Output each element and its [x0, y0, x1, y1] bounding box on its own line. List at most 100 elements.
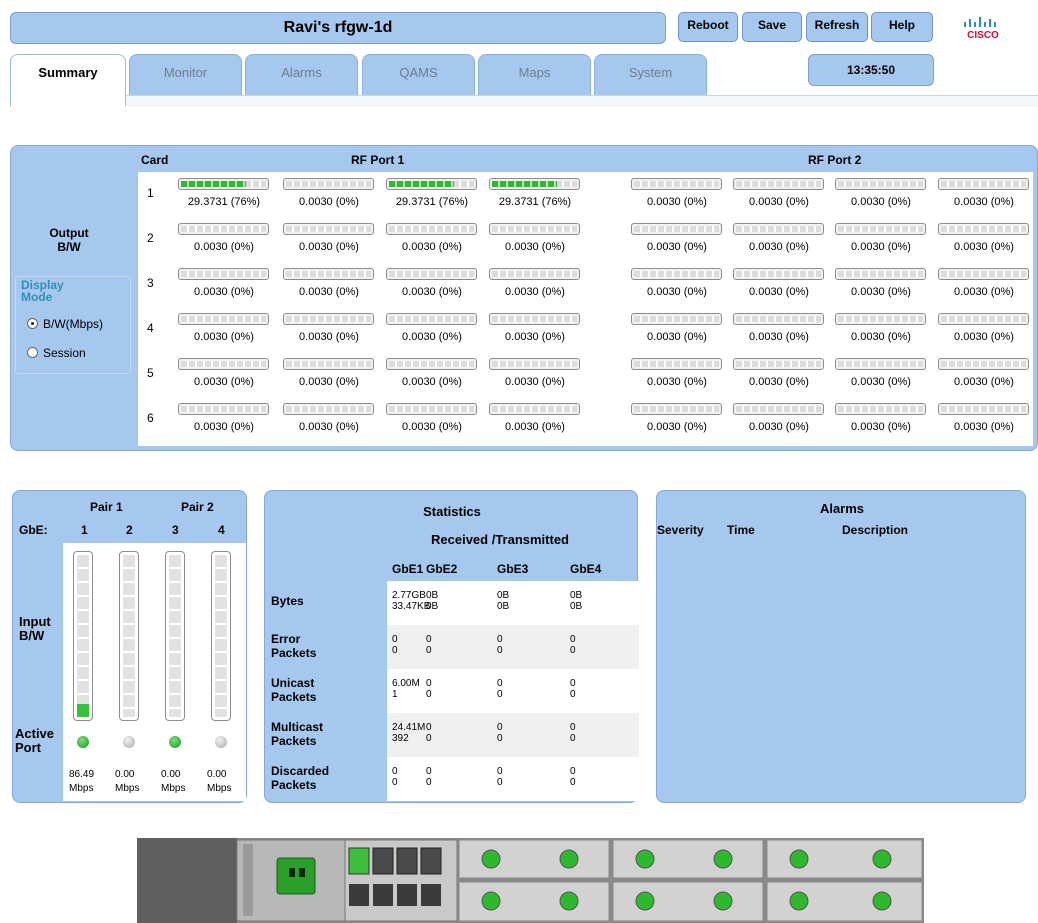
mode-bw-radio[interactable]: B/W(Mbps)	[27, 317, 103, 331]
rf-channel-bar	[631, 223, 722, 235]
stats-row-label: Multicast	[271, 720, 324, 734]
rf-channel-value: 0.0030 (0%)	[194, 286, 254, 298]
rf-channel-value: 0.0030 (0%)	[647, 331, 707, 343]
device-title: Ravi's rfgw-1d	[283, 19, 393, 36]
rf-channel-bar	[631, 403, 722, 415]
rf-channel-bar	[835, 358, 926, 370]
stats-row	[387, 713, 639, 757]
stats-received-value: 24.41M	[392, 722, 426, 733]
rf-channel-value: 0.0030 (0%)	[954, 241, 1014, 253]
rf-channel-bar	[631, 178, 722, 190]
gbe-rate-unit: Mbps	[115, 783, 140, 794]
rf-channel-bar	[835, 268, 926, 280]
chassis-rear-image	[137, 838, 924, 923]
cisco-logo-text: CISCO	[967, 30, 999, 41]
stats-column-header: GbE1	[392, 562, 424, 576]
rf-channel-bar	[938, 403, 1029, 415]
gbe-rate: 0.00	[115, 769, 135, 780]
tab-monitor[interactable]: Monitor	[129, 54, 242, 96]
rf-channel-bar	[733, 358, 824, 370]
rf-channel-value: 0.0030 (0%)	[749, 196, 809, 208]
rf-channel-value: 0.0030 (0%)	[505, 421, 565, 433]
active-port-led-on-icon	[77, 736, 89, 748]
stats-column-header: GbE3	[497, 562, 529, 576]
rf-channel-bar	[386, 358, 477, 370]
rf-channel-value: 0.0030 (0%)	[194, 241, 254, 253]
rf-channel-value: 0.0030 (0%)	[505, 241, 565, 253]
alarms-panel: Alarms Severity Time Description	[656, 490, 1026, 803]
rf-channel-value: 0.0030 (0%)	[647, 196, 707, 208]
rf-channel-bar	[178, 358, 269, 370]
stats-transmitted-value: 0B	[497, 601, 510, 612]
tab-strip-baseline	[126, 95, 1038, 107]
output-label-line2: B/W	[57, 240, 81, 254]
rf-channel-bar	[631, 268, 722, 280]
rf-channel-value: 0.0030 (0%)	[647, 421, 707, 433]
stats-transmitted-value: 0	[570, 645, 576, 656]
tab-qams[interactable]: QAMS	[362, 54, 475, 96]
alarms-col-severity: Severity	[657, 523, 704, 537]
rf-channel-bar	[835, 403, 926, 415]
gbe-input-bar	[73, 551, 93, 721]
rf-channel-value: 0.0030 (0%)	[749, 376, 809, 388]
rf-channel-bar	[733, 313, 824, 325]
gbe-rate-unit: Mbps	[69, 783, 94, 794]
rf-channel-value: 0.0030 (0%)	[194, 421, 254, 433]
card-number: 5	[147, 366, 154, 380]
stats-transmitted-value: 0	[426, 733, 432, 744]
tab-maps[interactable]: Maps	[478, 54, 591, 96]
stats-received-value: 0	[392, 634, 398, 645]
rf-channel-value: 0.0030 (0%)	[851, 241, 911, 253]
save-button[interactable]: Save	[742, 12, 802, 42]
gbe-input-bar	[119, 551, 139, 721]
refresh-button[interactable]: Refresh	[806, 12, 868, 42]
stats-received-value: 0	[426, 766, 432, 777]
rf-channel-value: 0.0030 (0%)	[402, 421, 462, 433]
alarms-col-description: Description	[842, 523, 909, 537]
stats-received-value: 0	[497, 634, 503, 645]
rf-channel-bar	[283, 268, 374, 280]
mode-session-label: Session	[43, 346, 86, 360]
rf-channel-value: 0.0030 (0%)	[505, 331, 565, 343]
rf-channel-value: 0.0030 (0%)	[299, 331, 359, 343]
alarms-title: Alarms	[819, 501, 865, 516]
stats-row-label-line2: Packets	[271, 690, 317, 704]
active-label-line2: Port	[15, 740, 41, 755]
stats-received-value: 0	[426, 722, 432, 733]
tab-alarms[interactable]: Alarms	[245, 54, 358, 96]
stats-transmitted-value: 0	[497, 645, 503, 656]
active-port-label: Active Port	[15, 727, 54, 755]
stats-column-header: GbE4	[570, 562, 602, 576]
tab-summary[interactable]: Summary	[10, 54, 126, 106]
stats-transmitted-value: 0B	[570, 601, 583, 612]
rf-channel-value: 0.0030 (0%)	[299, 241, 359, 253]
stats-row-label: Bytes	[271, 594, 304, 608]
rf-channel-value: 0.0030 (0%)	[954, 196, 1014, 208]
rf-channel-value: 0.0030 (0%)	[647, 241, 707, 253]
stats-received-value: 0B	[497, 590, 510, 601]
rf-channel-value: 0.0030 (0%)	[851, 286, 911, 298]
rf-channel-bar	[489, 358, 580, 370]
tab-system[interactable]: System	[594, 54, 707, 96]
statistics-panel: Statistics Received /Transmitted GbE1 GbE…	[264, 490, 639, 803]
stats-transmitted-value: 0	[426, 689, 432, 700]
help-button[interactable]: Help	[871, 12, 933, 42]
rf-channel-bar	[835, 178, 926, 190]
stats-transmitted-value: 0	[497, 777, 503, 788]
stats-transmitted-value: 0B	[426, 601, 439, 612]
device-title-bar: Ravi's rfgw-1d	[10, 12, 666, 44]
rf-channel-bar	[386, 178, 477, 190]
rf-channel-value: 0.0030 (0%)	[851, 421, 911, 433]
stats-received-value: 0	[570, 766, 576, 777]
stats-received-value: 0B	[570, 590, 583, 601]
display-mode-label: Display Mode	[21, 279, 64, 303]
rf-port-1-header: RF Port 1	[351, 153, 405, 167]
stats-transmitted-value: 0	[570, 733, 576, 744]
gbe-label: GbE:	[19, 523, 48, 537]
input-label-line2: B/W	[19, 628, 45, 643]
card-number: 4	[147, 321, 154, 335]
rf-channel-bar	[283, 403, 374, 415]
reboot-button[interactable]: Reboot	[678, 12, 738, 42]
rf-channel-value: 0.0030 (0%)	[299, 421, 359, 433]
mode-session-radio[interactable]: Session	[27, 346, 86, 360]
